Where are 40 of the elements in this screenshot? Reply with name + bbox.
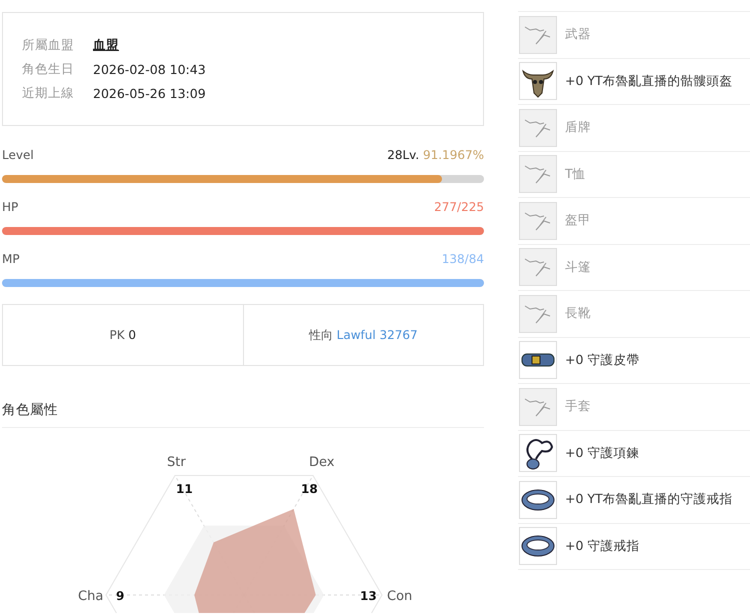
item-slot[interactable]	[519, 434, 557, 472]
item-name: +0 YT布魯亂直播的骷髏頭盔	[565, 72, 733, 90]
item-name: T恤	[565, 166, 586, 183]
item-name: 長靴	[565, 305, 591, 322]
field-label: 近期上線	[22, 84, 75, 102]
stat-text: 性向 Lawful 32767	[308, 326, 418, 344]
field-label: 所屬血盟	[22, 36, 75, 54]
axis-value: 11	[176, 482, 193, 496]
axis-value: 9	[116, 589, 124, 603]
item-name: 手套	[565, 398, 591, 416]
axis-label: Con	[387, 589, 412, 604]
section-title: 角色屬性	[2, 401, 484, 428]
item-slot[interactable]	[519, 480, 557, 519]
bar-reading: 277/225	[434, 200, 484, 216]
item-name: 盾牌	[565, 119, 591, 136]
item-name: +0 守護項鍊	[565, 444, 640, 462]
item-slot[interactable]	[519, 341, 557, 380]
item-name: +0 守護戒指	[565, 538, 640, 555]
bar-label: HP	[2, 200, 18, 216]
axis-value: 13	[360, 589, 377, 603]
item-name: 盔甲	[565, 212, 591, 230]
clan-link[interactable]: 血盟	[93, 36, 119, 54]
item-name: 斗篷	[565, 258, 591, 276]
field-value: 2026-05-26 13:09	[93, 86, 206, 100]
item-name: +0 YT布魯亂直播的守護戒指	[565, 491, 733, 508]
axis-label: Str	[167, 455, 186, 470]
axis-value: 18	[301, 482, 318, 496]
axis-label: Cha	[78, 589, 104, 604]
item-slot[interactable]	[519, 62, 557, 100]
field-value: 2026-02-08 10:43	[93, 62, 206, 76]
bar-reading: 138/84	[442, 252, 484, 268]
field-label: 角色生日	[22, 60, 75, 78]
item-name: +0 守護皮帶	[565, 352, 640, 369]
bar-reading: 28Lv. 91.1967%	[387, 148, 484, 164]
bar-label: Level	[2, 148, 34, 164]
stat-text: PK 0	[109, 328, 136, 342]
item-slot[interactable]	[519, 527, 557, 566]
bar-label: MP	[2, 252, 20, 268]
axis-label: Dex	[309, 455, 334, 470]
item-name: 武器	[565, 26, 591, 44]
